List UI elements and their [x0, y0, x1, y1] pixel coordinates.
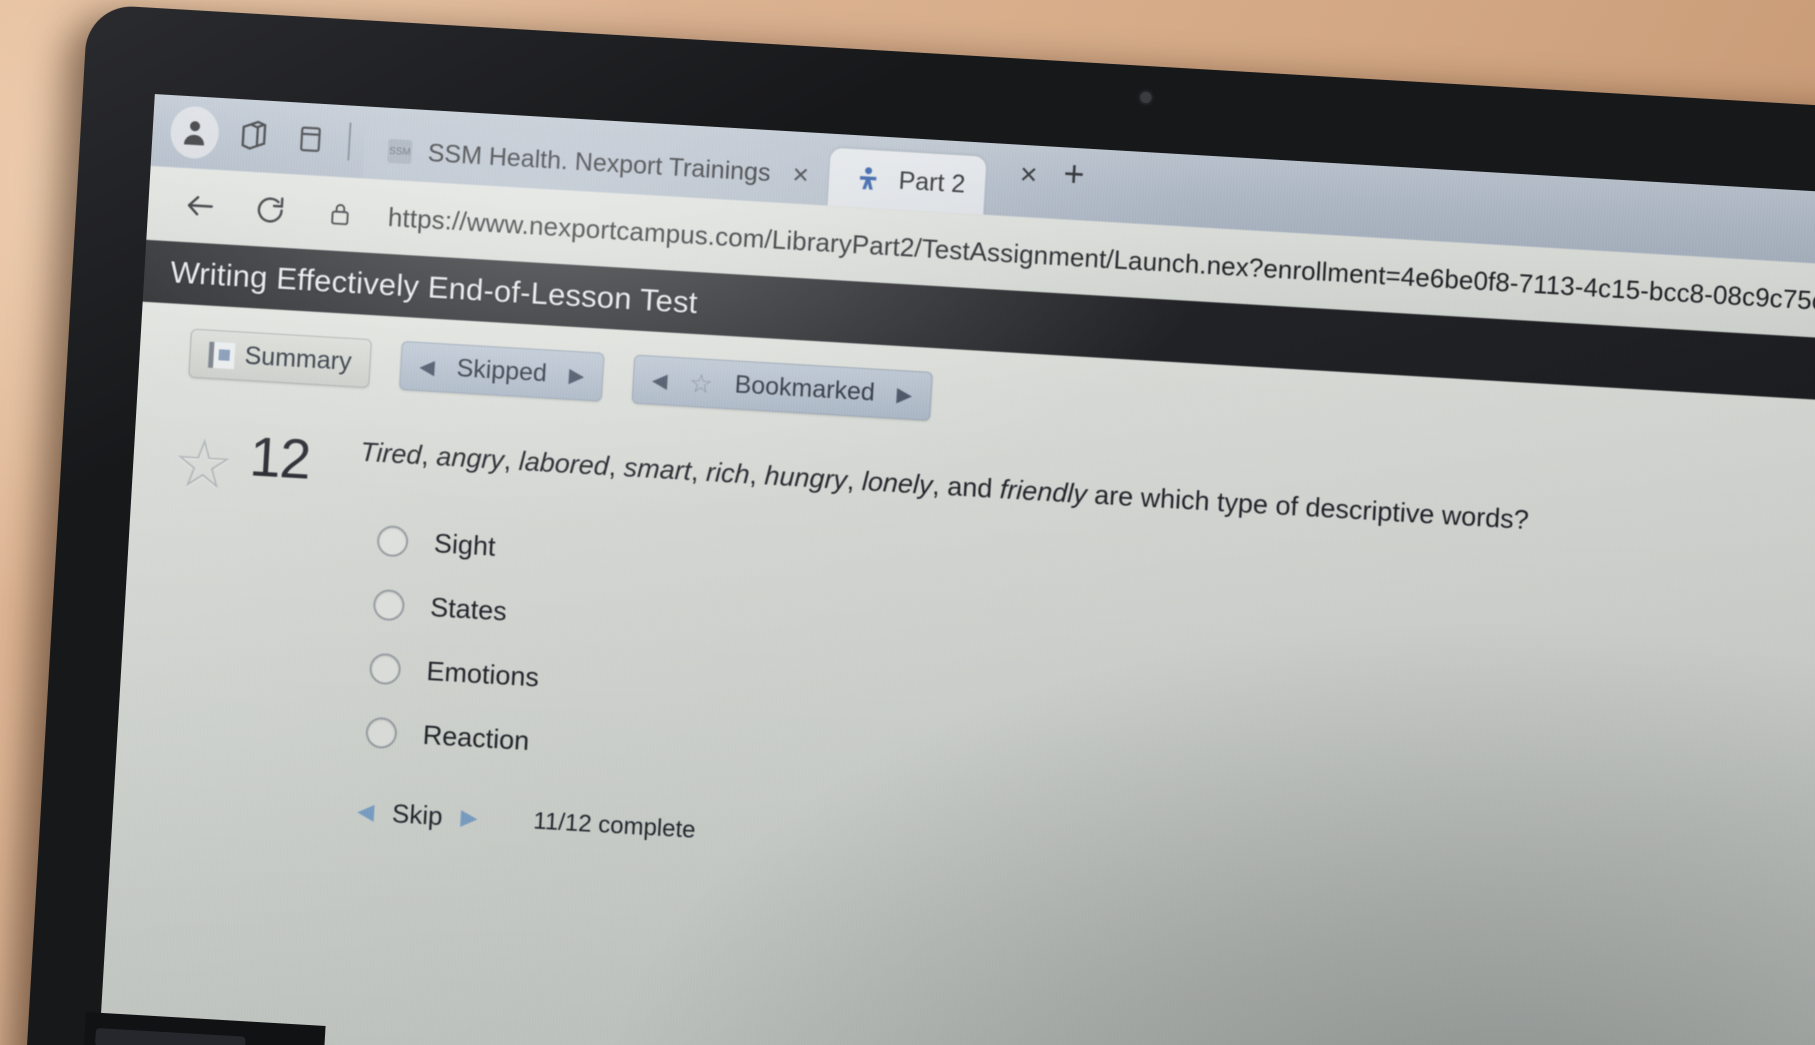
question-text-part-8: rich	[705, 456, 751, 490]
chevron-left-icon[interactable]: ◀	[419, 356, 436, 379]
question-text-part-12: lonely	[861, 466, 934, 501]
close-icon[interactable]: ×	[1019, 158, 1038, 193]
answer-option-label: Reaction	[421, 720, 531, 757]
chevron-right-icon[interactable]: ▶	[460, 804, 478, 830]
ssm-favicon: SSM	[387, 138, 413, 165]
chevron-left-icon[interactable]: ◀	[651, 369, 668, 392]
webcam-icon	[1140, 91, 1152, 104]
question-number: 12	[248, 424, 312, 491]
question-text-part-13: , and	[931, 470, 1001, 505]
new-tab-button[interactable]: +	[1062, 152, 1085, 195]
question-text-part-14: friendly	[999, 474, 1088, 510]
skipped-label: Skipped	[455, 354, 548, 388]
radio-button-icon[interactable]	[376, 525, 409, 558]
chevron-right-icon[interactable]: ▶	[568, 364, 585, 387]
laptop-screen: SSM SSM Health. Nexport Trainings × Part…	[91, 94, 1815, 1045]
refresh-icon[interactable]	[237, 178, 304, 242]
laptop-device: SSM SSM Health. Nexport Trainings × Part…	[19, 4, 1815, 1045]
profile-icon[interactable]	[169, 105, 221, 160]
chevron-left-icon[interactable]: ◀	[357, 798, 375, 824]
nexport-favicon	[852, 163, 884, 195]
question-text-part-6: smart	[622, 452, 693, 487]
progress-text: 11/12 complete	[532, 807, 697, 845]
tab-title: Part 2	[897, 166, 967, 199]
radio-button-icon[interactable]	[368, 652, 402, 686]
tab-title: SSM Health. Nexport Trainings	[427, 138, 772, 187]
summary-icon	[207, 341, 236, 369]
radio-button-icon[interactable]	[365, 716, 398, 750]
summary-button[interactable]: Summary	[188, 328, 372, 389]
lock-icon[interactable]	[306, 182, 373, 246]
question-text-part-2: angry	[435, 441, 505, 476]
radio-button-icon[interactable]	[372, 588, 406, 622]
summary-label: Summary	[243, 341, 353, 376]
question-text-part-4: labored	[518, 445, 610, 482]
answer-option-label: Sight	[433, 528, 497, 562]
question-text-part-15: are which type of descriptive words?	[1085, 479, 1530, 536]
browser-tab-part2[interactable]: Part 2	[827, 147, 987, 215]
photo-scene: SSM SSM Health. Nexport Trainings × Part…	[0, 0, 1815, 1045]
test-page: Writing Effectively End-of-Lesson Test S…	[91, 239, 1815, 1045]
split-screen-icon[interactable]	[281, 110, 340, 169]
collections-icon[interactable]	[225, 106, 284, 165]
answer-option-label: States	[429, 592, 508, 627]
question-text-part-0: Tired	[359, 436, 423, 471]
question-text-part-10: hungry	[763, 460, 848, 496]
chevron-right-icon[interactable]: ▶	[896, 383, 913, 406]
close-icon[interactable]: ×	[792, 158, 810, 190]
answer-options: Sight States Emotions Reaction	[342, 507, 1815, 856]
bookmark-star-icon[interactable]: ☆	[155, 410, 252, 504]
toolbar-divider	[347, 122, 352, 161]
back-icon[interactable]	[167, 174, 234, 238]
star-icon: ☆	[688, 367, 714, 399]
bookmarked-label: Bookmarked	[733, 370, 876, 407]
skip-button[interactable]: Skip	[391, 798, 443, 832]
answer-option-label: Emotions	[425, 656, 540, 693]
